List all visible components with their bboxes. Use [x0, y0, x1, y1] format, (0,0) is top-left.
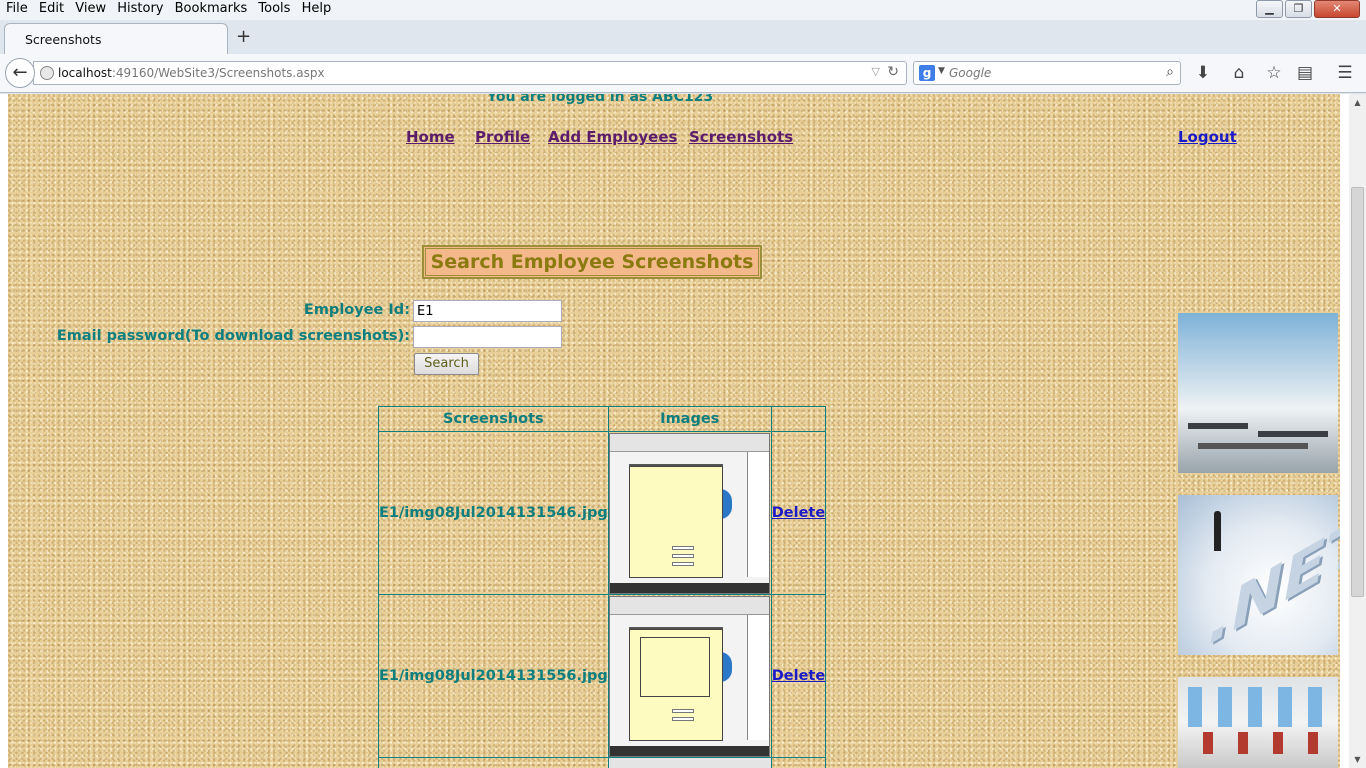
search-placeholder[interactable]: Google	[949, 66, 991, 80]
url-bar[interactable]: localhost:49160/WebSite3/Screenshots.asp…	[33, 61, 907, 85]
url-text[interactable]: localhost:49160/WebSite3/Screenshots.asp…	[58, 66, 325, 80]
download-icon[interactable]: ⬇	[1192, 63, 1214, 83]
menu-bar: File Edit View History Bookmarks Tools H…	[0, 0, 1366, 20]
menu-view[interactable]: View	[75, 0, 106, 16]
menu-bookmarks[interactable]: Bookmarks	[175, 0, 248, 16]
nav-home-link[interactable]: Home	[406, 128, 455, 146]
screenshot-thumbnail[interactable]	[608, 595, 770, 757]
engine-dropdown-icon[interactable]: ▼	[938, 66, 945, 76]
screenshot-thumbnail[interactable]	[608, 432, 770, 594]
vertical-scrollbar[interactable]: ▲ ▼	[1349, 94, 1366, 768]
page-left-margin	[0, 94, 8, 768]
scrollbar-thumb[interactable]	[1351, 187, 1364, 597]
delete-link[interactable]: Delete	[772, 668, 825, 684]
employee-id-input[interactable]	[413, 300, 562, 322]
screenshot-filename: E1/img08Jul2014131556.jpg	[378, 594, 609, 758]
tab-screenshots[interactable]: Screenshots	[4, 23, 228, 54]
home-icon[interactable]: ⌂	[1228, 63, 1250, 83]
menu-help[interactable]: Help	[302, 0, 332, 16]
header-images: Images	[607, 406, 772, 432]
site-identity-icon[interactable]	[40, 66, 54, 80]
action-cell	[770, 757, 827, 768]
nav-add-employees-link[interactable]: Add Employees	[548, 128, 677, 146]
menu-edit[interactable]: Edit	[39, 0, 64, 16]
page-content: You are logged in as ABC123 Home Profile…	[8, 94, 1340, 768]
action-cell: Delete	[770, 431, 827, 595]
back-button[interactable]: ←	[5, 58, 35, 88]
reload-icon[interactable]: ↻	[887, 64, 899, 80]
menu-history[interactable]: History	[117, 0, 163, 16]
logout-link[interactable]: Logout	[1178, 128, 1237, 146]
header-actions	[770, 406, 827, 432]
email-password-label: Email password(To download screenshots):	[56, 328, 410, 344]
navigation-toolbar: localhost:49160/WebSite3/Screenshots.asp…	[0, 54, 1366, 93]
page-right-margin	[1340, 94, 1349, 768]
dotnet-logo-image: .NET	[1178, 495, 1340, 662]
screenshot-image-cell	[607, 431, 772, 595]
email-password-input[interactable]	[413, 326, 562, 348]
window-controls: ▁ ❐ ✕	[1254, 0, 1360, 18]
search-button[interactable]: Search	[414, 353, 479, 375]
scroll-down-icon[interactable]: ▼	[1349, 751, 1366, 768]
table-row	[378, 757, 827, 768]
nav-profile-link[interactable]: Profile	[475, 128, 530, 146]
delete-link[interactable]: Delete	[772, 505, 825, 521]
screenshot-filename	[378, 757, 609, 768]
screenshot-image-cell	[607, 757, 772, 768]
search-bar[interactable]: g ▼ Google ⌕	[913, 61, 1181, 85]
screenshots-table: Screenshots Images E1/img08Jul2014131546…	[378, 406, 827, 768]
workspace-photo	[1178, 677, 1338, 768]
bookmark-star-icon[interactable]: ☆	[1263, 63, 1285, 83]
office-photo	[1178, 313, 1338, 473]
new-tab-button[interactable]: +	[236, 28, 251, 46]
action-cell: Delete	[770, 594, 827, 758]
table-row: E1/img08Jul2014131556.jpg Delete	[378, 594, 827, 758]
page-title: Search Employee Screenshots	[422, 245, 762, 279]
minimize-button[interactable]: ▁	[1256, 0, 1283, 18]
employee-id-label: Employee Id:	[303, 302, 410, 318]
menu-tools[interactable]: Tools	[258, 0, 290, 16]
scroll-up-icon[interactable]: ▲	[1349, 94, 1366, 111]
nav-screenshots-link[interactable]: Screenshots	[689, 128, 793, 146]
table-header-row: Screenshots Images	[378, 406, 827, 432]
reading-list-icon[interactable]: ▤	[1294, 63, 1316, 83]
menu-icon[interactable]: ☰	[1334, 63, 1356, 83]
search-icon[interactable]: ⌕	[1166, 64, 1174, 80]
login-status: You are logged in as ABC123	[487, 94, 714, 105]
header-screenshots: Screenshots	[378, 406, 609, 432]
restore-button[interactable]: ❐	[1285, 0, 1312, 18]
google-engine-icon[interactable]: g	[919, 65, 935, 81]
close-button[interactable]: ✕	[1314, 0, 1360, 18]
screenshot-filename: E1/img08Jul2014131546.jpg	[378, 431, 609, 595]
tab-bar: Screenshots +	[0, 20, 1366, 54]
url-dropdown-icon[interactable]: ▽	[872, 65, 880, 78]
table-row: E1/img08Jul2014131546.jpg Delete	[378, 431, 827, 595]
menu-file[interactable]: File	[6, 0, 28, 16]
screenshot-image-cell	[607, 594, 772, 758]
